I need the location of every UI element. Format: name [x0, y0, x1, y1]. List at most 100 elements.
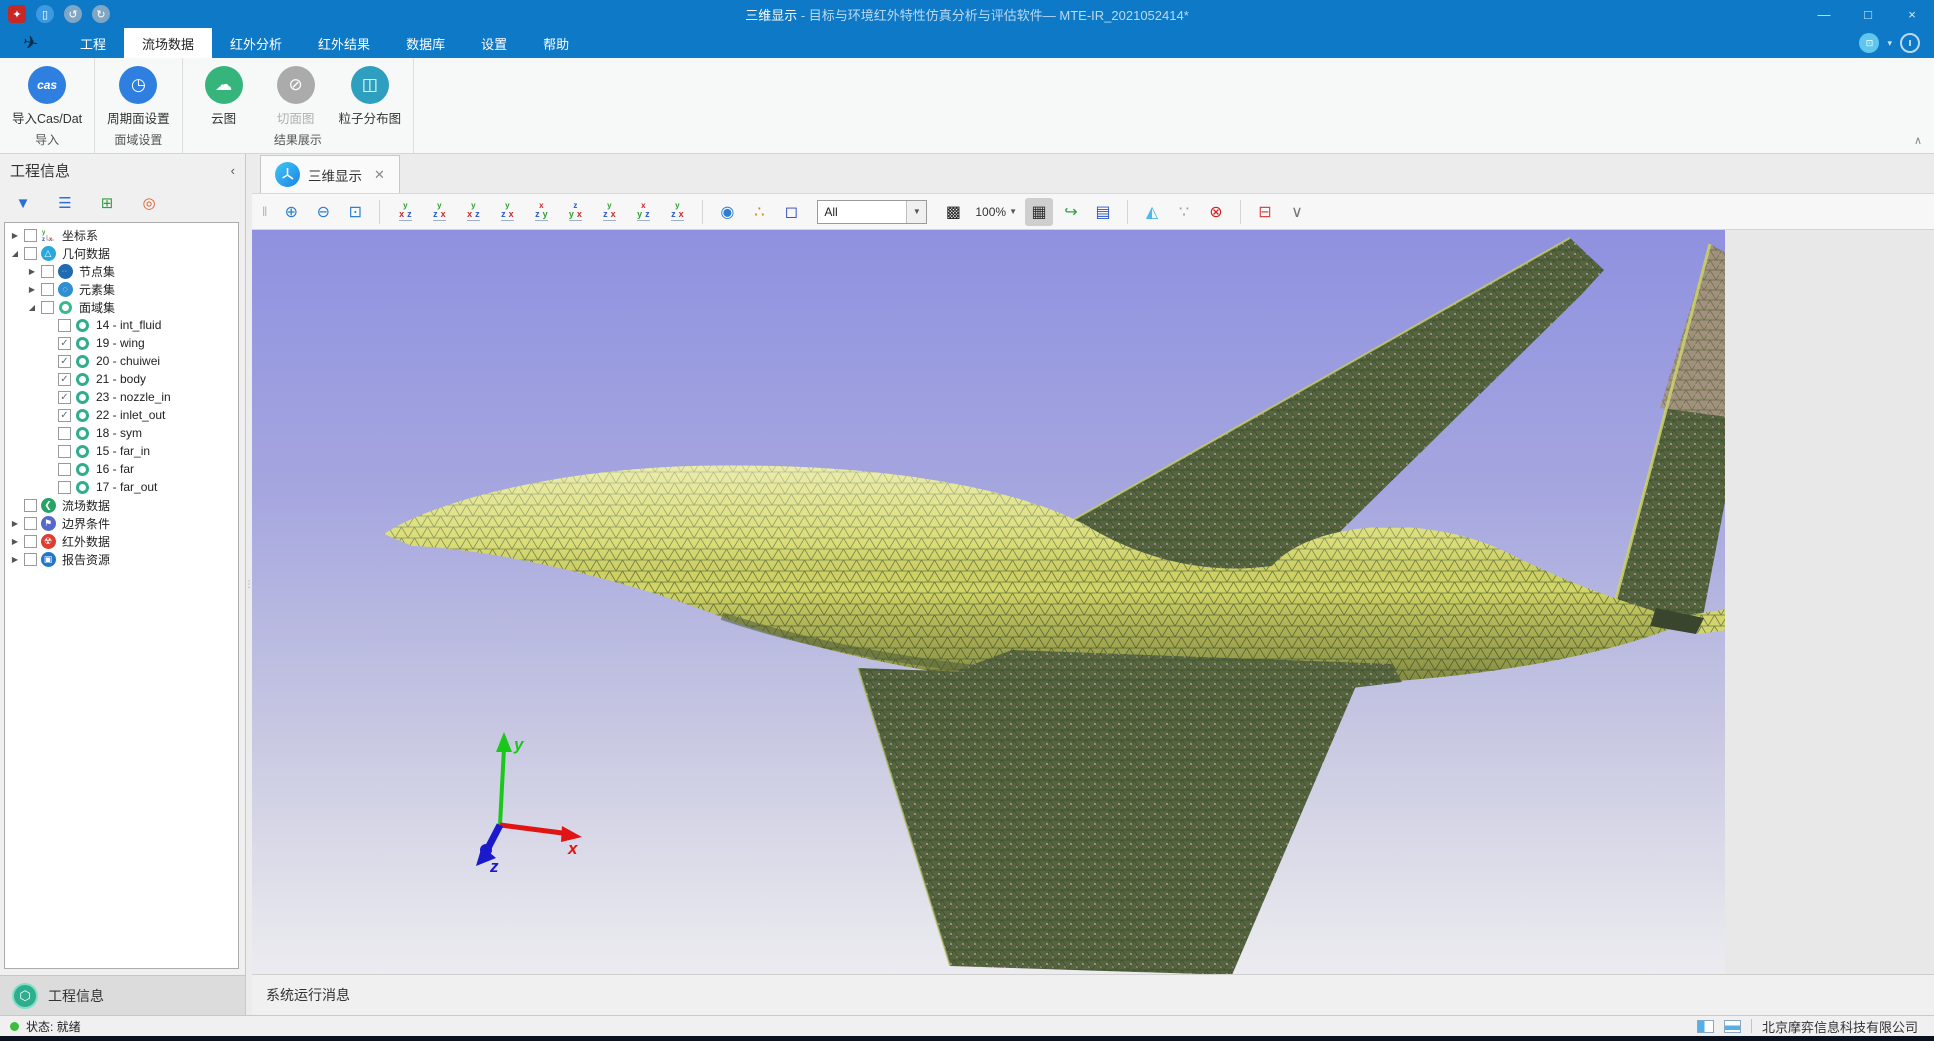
tree-expander-icon[interactable]: ▶ [9, 231, 21, 240]
export-arrow-icon[interactable]: ↪ [1057, 198, 1085, 226]
tree-item-label[interactable]: 16 - far [96, 462, 134, 476]
tree-item-label[interactable]: 19 - wing [96, 336, 145, 350]
tree-expander-icon[interactable]: ▶ [9, 555, 21, 564]
redo-icon[interactable]: ↻ [92, 5, 110, 23]
tree-checkbox[interactable]: ✓ [58, 337, 71, 350]
tree-checkbox[interactable] [24, 229, 37, 242]
tree-item-label[interactable]: 18 - sym [96, 426, 142, 440]
tree-expander-icon[interactable]: ▶ [26, 285, 38, 294]
tab-flow-data[interactable]: 流场数据 [124, 28, 212, 58]
tree-row-surface-21-body[interactable]: ✓ 21 - body [5, 370, 238, 388]
tree-item-label[interactable]: 面域集 [79, 299, 115, 316]
zoom-window-icon[interactable]: ⊡ [341, 198, 369, 226]
zoom-in-icon[interactable]: ⊕ [277, 198, 305, 226]
tree-row-surface-18-sym[interactable]: 18 - sym [5, 424, 238, 442]
tree-row-geometry-data[interactable]: ◢△几何数据 [5, 244, 238, 262]
tree-item-label[interactable]: 元素集 [79, 281, 115, 298]
tree-checkbox[interactable] [41, 265, 54, 278]
minimize-button[interactable]: — [1802, 0, 1846, 28]
tree-row-surface-14-int-fluid[interactable]: 14 - int_fluid [5, 316, 238, 334]
tree-checkbox[interactable] [24, 535, 37, 548]
tree-item-label[interactable]: 21 - body [96, 372, 146, 386]
tree-checkbox[interactable] [24, 247, 37, 260]
tree-row-node-set[interactable]: ▶∙∙节点集 [5, 262, 238, 280]
panel-footer[interactable]: ⬡ 工程信息 [0, 975, 245, 1015]
combobox-dropdown-icon[interactable]: ▼ [906, 201, 926, 223]
snapshot-image-icon[interactable]: ▤ [1089, 198, 1117, 226]
tree-checkbox[interactable] [41, 301, 54, 314]
view-back-icon[interactable]: yzx [424, 199, 454, 225]
cancel-icon[interactable]: ⊗ [1202, 198, 1230, 226]
tree-checkbox[interactable] [24, 517, 37, 530]
tree-item-label[interactable]: 22 - inlet_out [96, 408, 165, 422]
collapse-panel-icon[interactable]: ‹ [231, 163, 235, 178]
tree-checkbox[interactable] [58, 481, 71, 494]
style-icon[interactable]: ‖ [1900, 33, 1920, 53]
tree-row-surface-15-far-in[interactable]: 15 - far_in [5, 442, 238, 460]
collapse-ribbon-icon[interactable]: ∧ [1914, 134, 1922, 147]
periodic-face-button[interactable]: ◷周期面设置 [107, 62, 170, 127]
tree-expander-icon[interactable]: ▶ [9, 537, 21, 546]
filter-triangle-icon[interactable]: ▼ [12, 192, 34, 214]
view-iso-2-icon[interactable]: xyz [628, 199, 658, 225]
tree-expander-icon[interactable]: ◢ [9, 249, 21, 258]
tree-checkbox[interactable]: ✓ [58, 409, 71, 422]
particle-points-icon[interactable]: ∴ [745, 198, 773, 226]
grid-view-icon[interactable]: ⊞ [96, 192, 118, 214]
molecule-icon[interactable]: ∵ [1170, 198, 1198, 226]
tree-item-label[interactable]: 边界条件 [62, 515, 110, 532]
view-top-icon[interactable]: xzy [526, 199, 556, 225]
tree-row-report-resources[interactable]: ▶▣报告资源 [5, 550, 238, 568]
display-filter-combobox[interactable]: All▼ [817, 200, 927, 224]
theme-icon[interactable]: ⊡ [1859, 33, 1879, 53]
view-left-icon[interactable]: yxz [458, 199, 488, 225]
tree-expander-icon[interactable]: ▶ [9, 519, 21, 528]
tab-3d-view[interactable]: 三维显示 ✕ [260, 155, 400, 193]
tree-row-element-set[interactable]: ▶◌元素集 [5, 280, 238, 298]
tree-checkbox[interactable]: ✓ [58, 355, 71, 368]
zoom-level-control[interactable]: 100%▼ [975, 205, 1017, 219]
tree-row-surface-22-inlet-out[interactable]: ✓ 22 - inlet_out [5, 406, 238, 424]
tree-checkbox[interactable] [58, 427, 71, 440]
tree-item-label[interactable]: 报告资源 [62, 551, 110, 568]
import-cas-dat-button[interactable]: cas导入Cas/Dat [12, 62, 82, 127]
tree-checkbox[interactable] [58, 463, 71, 476]
transparency-icon[interactable]: ▩ [939, 198, 967, 226]
list-view-icon[interactable]: ☰ [54, 192, 76, 214]
view-iso-3-icon[interactable]: yzx [662, 199, 692, 225]
tree-row-surface-20-chuiwei[interactable]: ✓ 20 - chuiwei [5, 352, 238, 370]
probe-camera-icon[interactable]: ◉ [713, 198, 741, 226]
tree-row-infrared-data[interactable]: ▶☢红外数据 [5, 532, 238, 550]
app-icon[interactable]: ✦ [8, 5, 26, 23]
mirror-icon[interactable]: ◭ [1138, 198, 1166, 226]
tree-item-label[interactable]: 20 - chuiwei [96, 354, 160, 368]
tree-row-surface-16-far[interactable]: 16 - far [5, 460, 238, 478]
box-select-icon[interactable]: ◻ [777, 198, 805, 226]
contour-button[interactable]: ☁云图 [195, 62, 253, 127]
archive-box-icon[interactable]: ⊟ [1251, 198, 1279, 226]
tree-checkbox[interactable]: ✓ [58, 373, 71, 386]
tree-item-label[interactable]: 17 - far_out [96, 480, 157, 494]
tree-checkbox[interactable] [58, 445, 71, 458]
tree-row-surface-19-wing[interactable]: ✓ 19 - wing [5, 334, 238, 352]
layout-bottom-panel-icon[interactable] [1724, 1020, 1741, 1033]
tree-row-boundary-conditions[interactable]: ▶⚑边界条件 [5, 514, 238, 532]
3d-viewport[interactable]: y x z [252, 230, 1725, 974]
zoom-out-icon[interactable]: ⊖ [309, 198, 337, 226]
tab-help[interactable]: 帮助 [525, 28, 587, 58]
tab-ir-analysis[interactable]: 红外分析 [212, 28, 300, 58]
tree-checkbox[interactable] [41, 283, 54, 296]
tree-row-flow-field-data[interactable]: ❮流场数据 [5, 496, 238, 514]
view-front-icon[interactable]: yxz [390, 199, 420, 225]
view-bottom-icon[interactable]: zyx [560, 199, 590, 225]
tree-row-coordinate-system[interactable]: ▶yzx坐标系 [5, 226, 238, 244]
tree-expander-icon[interactable]: ◢ [26, 303, 38, 312]
tree-item-label[interactable]: 14 - int_fluid [96, 318, 161, 332]
tab-database[interactable]: 数据库 [388, 28, 463, 58]
tree-row-face-set[interactable]: ◢ 面域集 [5, 298, 238, 316]
tree-item-label[interactable]: 23 - nozzle_in [96, 390, 171, 404]
tree-row-surface-23-nozzle-in[interactable]: ✓23 - nozzle_in [5, 388, 238, 406]
tree-row-surface-17-far-out[interactable]: 17 - far_out [5, 478, 238, 496]
toolbar-grip[interactable]: ‖ [262, 204, 267, 219]
tree-item-label[interactable]: 流场数据 [62, 497, 110, 514]
